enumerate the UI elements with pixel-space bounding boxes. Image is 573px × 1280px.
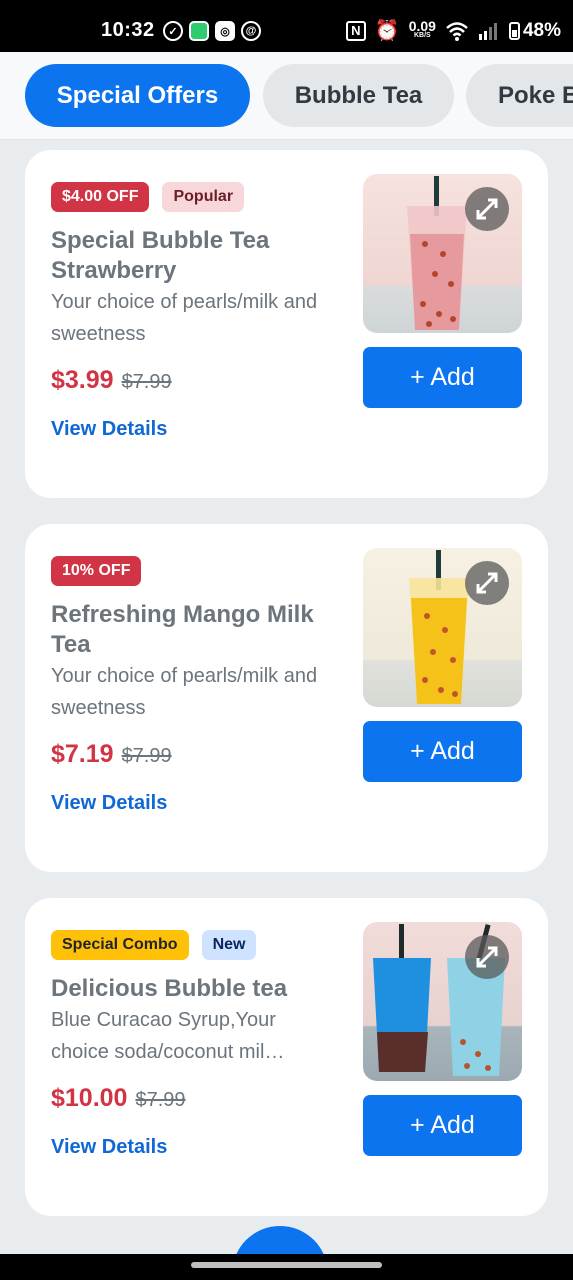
add-to-cart-button[interactable]: + Add (363, 1095, 522, 1156)
price-row: $10.00 $7.99 (51, 1084, 186, 1113)
nfc-icon: N (345, 20, 366, 41)
message-app-icon (189, 21, 209, 41)
badge-row: Special Combo New (51, 930, 257, 960)
original-price: $7.99 (121, 371, 172, 393)
badge-row: 10% OFF (51, 556, 142, 586)
product-description: Your choice of pearls/milk and sweetness (51, 291, 318, 345)
add-to-cart-button[interactable]: + Add (363, 347, 522, 408)
product-card: $4.00 OFF Popular Special Bubble Tea Str… (25, 150, 548, 498)
product-image[interactable] (363, 548, 522, 707)
product-card: 10% OFF Refreshing Mango Milk Tea Your c… (25, 524, 548, 872)
product-title: Delicious Bubble tea (51, 975, 288, 1002)
price-row: $3.99 $7.99 (51, 366, 172, 395)
product-title: Special Bubble Tea Strawberry (51, 227, 270, 284)
product-card: Special Combo New Delicious Bubble tea B… (25, 898, 548, 1216)
status-time: 10:32 (101, 19, 155, 41)
expand-icon[interactable] (465, 561, 509, 605)
new-badge: New (201, 930, 257, 960)
alarm-icon: ⏰ (374, 20, 400, 42)
tab-poke-bowl[interactable]: Poke Bowl (466, 64, 573, 127)
original-price: $7.99 (135, 1089, 186, 1111)
expand-icon[interactable] (465, 187, 509, 231)
signal-icon (478, 22, 497, 40)
badge-row: $4.00 OFF Popular (51, 182, 245, 212)
sale-price: $7.19 (51, 740, 114, 768)
sale-price: $10.00 (51, 1084, 128, 1112)
network-speed: 0.09 KB/S (408, 17, 436, 39)
notification-icons: ✓ ◎ @ (163, 21, 261, 41)
view-details-link[interactable]: View Details (51, 1136, 167, 1159)
product-description: Your choice of pearls/milk and sweetness (51, 665, 318, 719)
system-icons: N ⏰ 0.09 KB/S 48% (345, 17, 561, 43)
combo-badge: Special Combo (51, 930, 189, 960)
expand-icon[interactable] (465, 935, 509, 979)
check-circle-icon: ✓ (163, 21, 183, 41)
status-bar: 10:32 ✓ ◎ @ N ⏰ 0.09 KB/S 48% (0, 0, 573, 52)
popular-badge: Popular (162, 182, 245, 212)
original-price: $7.99 (121, 745, 172, 767)
gesture-handle[interactable] (191, 1262, 382, 1268)
category-tabs: Special Offers Bubble Tea Poke Bowl (0, 52, 573, 140)
wifi-icon (446, 21, 468, 41)
battery-icon (508, 21, 520, 40)
tab-special-offers[interactable]: Special Offers (25, 64, 250, 127)
threads-icon: @ (241, 21, 261, 41)
view-details-link[interactable]: View Details (51, 418, 167, 441)
camera-app-icon: ◎ (215, 21, 235, 41)
discount-badge: 10% OFF (51, 556, 142, 586)
add-to-cart-button[interactable]: + Add (363, 721, 522, 782)
price-row: $7.19 $7.99 (51, 740, 172, 769)
discount-badge: $4.00 OFF (51, 182, 150, 212)
tab-bubble-tea[interactable]: Bubble Tea (263, 64, 454, 127)
product-title: Refreshing Mango Milk Tea (51, 601, 314, 658)
product-description: Blue Curacao Syrup,Your choice soda/coco… (51, 1009, 285, 1063)
view-details-link[interactable]: View Details (51, 792, 167, 815)
sale-price: $3.99 (51, 366, 114, 394)
product-image[interactable] (363, 922, 522, 1081)
product-image[interactable] (363, 174, 522, 333)
battery-status: 48% (508, 20, 561, 42)
